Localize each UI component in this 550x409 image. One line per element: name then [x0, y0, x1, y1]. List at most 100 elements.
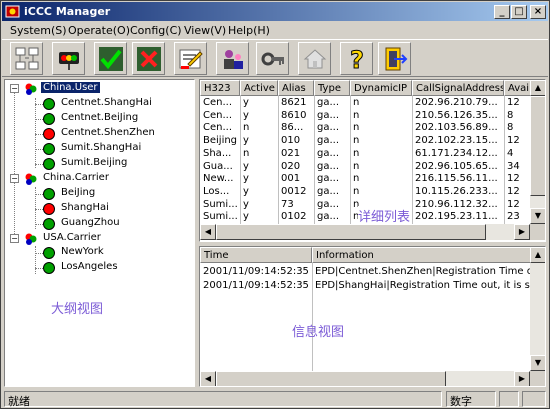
column-header[interactable]: Type: [314, 80, 350, 96]
collapse-icon[interactable]: −: [10, 84, 19, 93]
menu-config[interactable]: Config(C): [130, 24, 182, 37]
grid-cell[interactable]: 202.195.23.11...: [412, 211, 504, 223]
grid-cell[interactable]: Sumi...: [200, 199, 240, 211]
grid-cell[interactable]: n: [350, 135, 412, 147]
column-header[interactable]: DynamicIP: [350, 80, 412, 96]
grid-cell[interactable]: 12: [504, 97, 530, 109]
collapse-icon[interactable]: −: [10, 174, 19, 183]
menu-help[interactable]: Help(H): [228, 24, 270, 37]
tree-item[interactable]: GuangZhou: [5, 217, 190, 231]
grid-cell[interactable]: y: [240, 186, 278, 198]
network-button[interactable]: [10, 42, 43, 75]
grid-cell[interactable]: 12: [504, 173, 530, 185]
grid-cell[interactable]: ga...: [314, 110, 350, 122]
tree-group-china-carrier[interactable]: − China.Carrier: [9, 172, 189, 186]
detail-list-grid[interactable]: H323 Active Alias Type DynamicIP CallSig…: [199, 79, 546, 242]
tree-item[interactable]: Sumit.ShangHai: [5, 142, 190, 156]
scroll-down-icon[interactable]: ▼: [530, 208, 545, 224]
grid-cell[interactable]: n: [350, 186, 412, 198]
grid-cell[interactable]: 23: [504, 211, 530, 223]
grid-cell[interactable]: 34: [504, 161, 530, 173]
home-button[interactable]: [298, 42, 331, 75]
enable-button[interactable]: [94, 42, 127, 75]
status-light-button[interactable]: [52, 42, 85, 75]
grid-cell[interactable]: ga...: [314, 173, 350, 185]
grid-cell[interactable]: ga...: [314, 135, 350, 147]
scroll-down-icon[interactable]: ▼: [530, 355, 545, 371]
outline-tree-view[interactable]: − China.User Centnet.ShangHai Centnet.Be…: [4, 79, 195, 387]
grid-cell[interactable]: n: [350, 161, 412, 173]
grid-cell[interactable]: 202.96.210.79...: [412, 97, 504, 109]
column-header[interactable]: Active: [240, 80, 278, 96]
tree-item[interactable]: BeiJing: [5, 187, 190, 201]
grid-cell[interactable]: 202.102.23.15...: [412, 135, 504, 147]
key-button[interactable]: [256, 42, 289, 75]
grid-cell[interactable]: 86...: [278, 122, 314, 134]
grid-cell[interactable]: y: [240, 161, 278, 173]
grid-cell[interactable]: Cen...: [200, 122, 240, 134]
grid-cell[interactable]: 0102: [278, 211, 314, 223]
grid-cell[interactable]: n: [240, 122, 278, 134]
grid-cell[interactable]: 10.115.26.233...: [412, 186, 504, 198]
grid-cell[interactable]: 202.96.105.65...: [412, 161, 504, 173]
tree-item[interactable]: Centnet.ShenZhen: [5, 127, 190, 141]
tree-item[interactable]: Centnet.BeiJing: [5, 112, 190, 126]
grid-cell[interactable]: 216.115.56.11...: [412, 173, 504, 185]
title-bar[interactable]: iCCC Manager _ □ ×: [2, 2, 548, 21]
tree-group-china-user[interactable]: − China.User: [9, 82, 189, 96]
grid-cell[interactable]: 73: [278, 199, 314, 211]
grid-cell[interactable]: Beijing: [200, 135, 240, 147]
resize-grip[interactable]: [522, 391, 546, 407]
grid-cell[interactable]: 202.103.56.89...: [412, 122, 504, 134]
grid-cell[interactable]: n: [240, 148, 278, 160]
menu-operate[interactable]: Operate(O): [68, 24, 130, 37]
grid-cell[interactable]: y: [240, 97, 278, 109]
grid-cell[interactable]: 8: [504, 110, 530, 122]
grid-cell[interactable]: ga...: [314, 161, 350, 173]
grid-cell[interactable]: n: [350, 122, 412, 134]
grid-cell[interactable]: 12: [504, 186, 530, 198]
minimize-button[interactable]: _: [494, 5, 510, 19]
grid-cell[interactable]: n: [350, 97, 412, 109]
menu-view[interactable]: View(V): [184, 24, 226, 37]
column-header[interactable]: Information: [312, 247, 545, 263]
disable-button[interactable]: [132, 42, 165, 75]
scroll-right-icon[interactable]: ▶: [514, 371, 530, 386]
grid-cell[interactable]: 021: [278, 148, 314, 160]
grid-cell[interactable]: y: [240, 211, 278, 223]
scroll-right-icon[interactable]: ▶: [514, 224, 530, 240]
grid-cell[interactable]: Sumi...: [200, 211, 240, 223]
grid-cell[interactable]: Gua...: [200, 161, 240, 173]
tree-group-usa-carrier[interactable]: − USA.Carrier: [9, 232, 189, 246]
grid-cell[interactable]: 12: [504, 199, 530, 211]
column-header[interactable]: Alias: [278, 80, 314, 96]
grid-cell[interactable]: ga...: [314, 122, 350, 134]
grid-cell[interactable]: 210.56.126.35...: [412, 110, 504, 122]
horizontal-scrollbar[interactable]: ◀ ▶: [200, 224, 530, 240]
grid-cell[interactable]: 12: [504, 135, 530, 147]
maximize-button[interactable]: □: [511, 5, 527, 19]
information-view[interactable]: Time Information 2001/11/09:14:52:35 EPD…: [199, 246, 546, 387]
grid-cell[interactable]: n: [350, 173, 412, 185]
column-header[interactable]: Time: [200, 247, 312, 263]
grid-cell[interactable]: ga...: [314, 199, 350, 211]
grid-cell[interactable]: y: [240, 135, 278, 147]
edit-button[interactable]: [174, 42, 207, 75]
grid-cell[interactable]: y: [240, 110, 278, 122]
scroll-left-icon[interactable]: ◀: [200, 224, 216, 240]
scroll-thumb[interactable]: [216, 371, 446, 386]
grid-cell[interactable]: 010: [278, 135, 314, 147]
close-button[interactable]: ×: [530, 5, 546, 19]
tree-item[interactable]: ShangHai: [5, 202, 190, 216]
exit-button[interactable]: [378, 42, 411, 75]
grid-cell[interactable]: Los...: [200, 186, 240, 198]
tree-item[interactable]: Sumit.Beijing: [5, 157, 190, 171]
grid-cell[interactable]: 61.171.234.12...: [412, 148, 504, 160]
vertical-scrollbar[interactable]: ▲ ▼: [530, 247, 545, 371]
grid-cell[interactable]: Cen...: [200, 110, 240, 122]
tree-item[interactable]: Centnet.ShangHai: [5, 97, 190, 111]
grid-cell[interactable]: Cen...: [200, 97, 240, 109]
grid-cell[interactable]: ga...: [314, 148, 350, 160]
users-button[interactable]: [216, 42, 249, 75]
grid-cell[interactable]: ga...: [314, 97, 350, 109]
